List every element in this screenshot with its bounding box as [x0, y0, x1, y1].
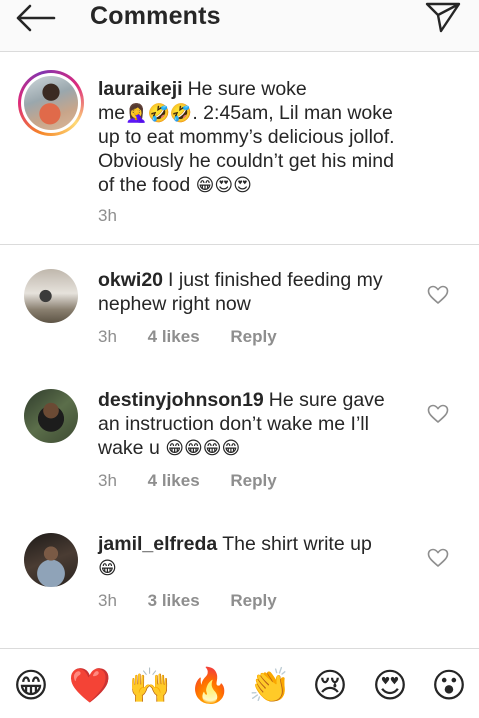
comment-line-2: 😁 — [98, 556, 117, 581]
reply-button[interactable]: Reply — [230, 327, 276, 346]
surprised-emoji[interactable]: 😮 — [426, 663, 472, 709]
timestamp: 3h — [98, 327, 117, 346]
heart-emoji[interactable]: ❤️ — [67, 663, 113, 709]
comment-meta: 3h 4 likes Reply — [98, 327, 277, 347]
like-button[interactable] — [427, 548, 449, 568]
heart-outline-icon — [427, 404, 449, 423]
comment-line-1: destinyjohnson19 He sure gave — [98, 388, 385, 412]
comment-username[interactable]: destinyjohnson19 — [98, 389, 264, 411]
caption-line-5: of the food 😁😍😍 — [98, 173, 252, 198]
caption-meta: 3h — [98, 206, 117, 226]
share-button[interactable] — [424, 0, 462, 34]
comment-line-1: jamil_elfreda The shirt write up — [98, 532, 372, 556]
avatar-ring-inner — [21, 73, 81, 133]
clapping-emoji[interactable]: 👏 — [247, 663, 293, 709]
likes-count[interactable]: 3 likes — [148, 591, 200, 610]
facepalm-emoji: 🤦‍♀️🤣🤣 — [125, 103, 193, 124]
heart-outline-icon — [427, 285, 449, 304]
reply-button[interactable]: Reply — [230, 471, 276, 490]
caption-username[interactable]: lauraikeji — [98, 78, 183, 100]
grinning-emoji-group: 😁😁😁😁 — [165, 438, 241, 459]
avatar-photo — [24, 76, 78, 130]
heart-eyes-emoji[interactable]: 😍 — [367, 663, 413, 709]
comment-text: The shirt write up — [222, 533, 372, 555]
comment-text: wake u — [98, 437, 160, 459]
likes-count[interactable]: 4 likes — [148, 327, 200, 346]
comment-text: I just finished feeding my — [168, 269, 383, 291]
sad-emoji[interactable]: 😢 — [307, 663, 353, 709]
caption-text: me — [98, 102, 126, 124]
fire-emoji[interactable]: 🔥 — [187, 663, 233, 709]
like-button[interactable] — [427, 285, 449, 305]
caption-line-4: Obviously he couldn’t get his mind — [98, 150, 394, 172]
post-caption: lauraikeji He sure woke me🤦‍♀️🤣🤣. 2:45am,… — [0, 53, 479, 245]
avatar[interactable] — [18, 70, 84, 136]
grinning-emoji: 😁 — [98, 558, 117, 579]
comment-meta: 3h 4 likes Reply — [98, 471, 277, 491]
paper-plane-icon — [425, 2, 461, 33]
grinning-emoji[interactable]: 😁 — [8, 663, 54, 709]
arrow-left-icon — [16, 4, 56, 32]
comment-line-2: an instruction don’t wake me I’ll — [98, 413, 369, 435]
emoji-reaction-bar: 😁 ❤️ 🙌 🔥 👏 😢 😍 😮 — [0, 648, 479, 718]
reply-button[interactable]: Reply — [230, 591, 276, 610]
avatar[interactable] — [24, 389, 78, 443]
timestamp: 3h — [98, 206, 117, 225]
caption-text: He sure woke — [187, 78, 307, 100]
page-title: Comments — [90, 2, 221, 30]
timestamp: 3h — [98, 471, 117, 490]
like-button[interactable] — [427, 404, 449, 424]
likes-count[interactable]: 4 likes — [148, 471, 200, 490]
timestamp: 3h — [98, 591, 117, 610]
heart-outline-icon — [427, 548, 449, 567]
comment-username[interactable]: jamil_elfreda — [98, 533, 217, 555]
back-button[interactable] — [14, 4, 58, 32]
caption-text: . 2:45am, Lil man woke — [192, 102, 393, 124]
comment-line-2: nephew right now — [98, 293, 251, 315]
comment-meta: 3h 3 likes Reply — [98, 591, 277, 611]
comment-username[interactable]: okwi20 — [98, 269, 163, 291]
avatar[interactable] — [24, 269, 78, 323]
comment-line-1: okwi20 I just finished feeding my — [98, 268, 383, 292]
comment-text: He sure gave — [268, 389, 385, 411]
caption-text: of the food — [98, 174, 191, 196]
caption-line-1: lauraikeji He sure woke — [98, 77, 307, 101]
avatar[interactable] — [24, 533, 78, 587]
raised-hands-emoji[interactable]: 🙌 — [127, 663, 173, 709]
grinning-emoji-group: 😁😍😍 — [195, 175, 252, 196]
caption-line-2: me🤦‍♀️🤣🤣. 2:45am, Lil man woke — [98, 101, 393, 126]
caption-line-3: up to eat mommy’s delicious jollof. — [98, 126, 395, 148]
comment-line-3: wake u 😁😁😁😁 — [98, 436, 240, 461]
header-bar: Comments — [0, 0, 479, 52]
